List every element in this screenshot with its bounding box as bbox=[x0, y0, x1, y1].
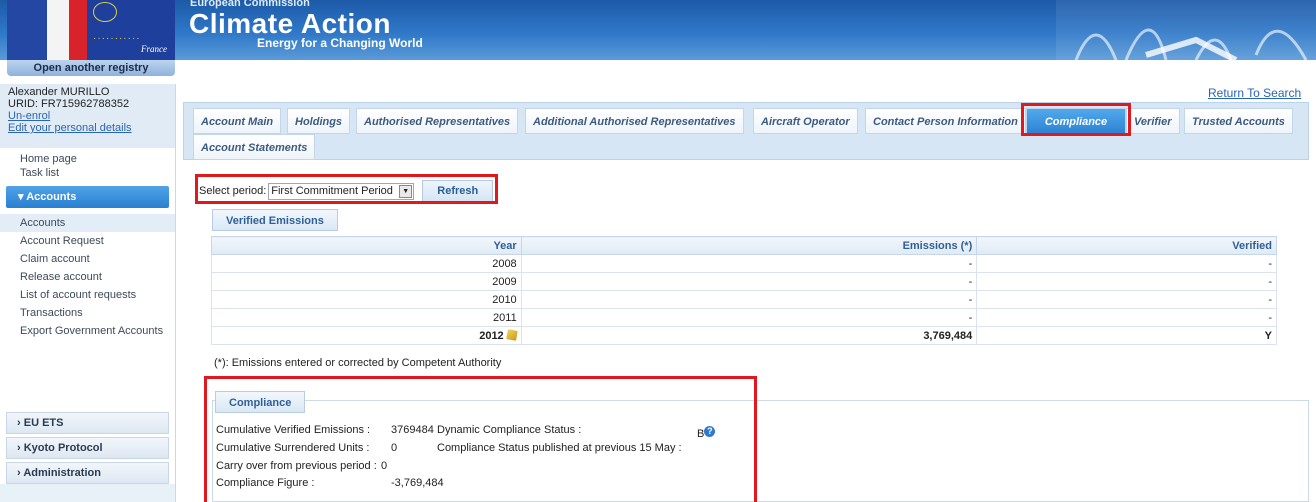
cell-emissions: 3,769,484 bbox=[520, 326, 978, 345]
period-label: Select period: bbox=[199, 185, 267, 197]
tab-holdings[interactable]: Holdings bbox=[287, 108, 351, 134]
published-status-label: Compliance Status published at previous … bbox=[437, 442, 682, 454]
tab-account-main[interactable]: Account Main bbox=[193, 108, 282, 134]
cell-emissions: - bbox=[520, 290, 978, 309]
cell-year: 2011 bbox=[211, 308, 522, 327]
home-page-link[interactable]: Home page bbox=[0, 152, 175, 166]
column-header-emissions: Emissions (*) bbox=[520, 236, 978, 255]
csu-value: 0 bbox=[391, 442, 398, 454]
cell-emissions: - bbox=[520, 254, 978, 273]
cve-value: 3769484 bbox=[391, 424, 434, 436]
carry-over-value: 0 bbox=[381, 460, 388, 472]
edit-pencil-icon[interactable] bbox=[505, 328, 518, 341]
year-value: 2012 bbox=[479, 329, 504, 342]
cell-verified: Y bbox=[976, 326, 1277, 345]
tab-authorised-representatives[interactable]: Authorised Representatives bbox=[356, 108, 519, 134]
period-selector: Select period: First Commitment Period ▼… bbox=[199, 179, 494, 203]
eu-emblem: ··········· France bbox=[87, 0, 175, 60]
table-row: 2012 3,769,484 Y bbox=[211, 326, 1277, 345]
csu-label: Cumulative Surrendered Units : bbox=[216, 442, 370, 454]
compliance-panel bbox=[212, 400, 1309, 502]
cell-year: 2010 bbox=[211, 290, 522, 309]
cell-year: 2008 bbox=[211, 254, 522, 273]
release-account-link[interactable]: Release account bbox=[0, 268, 175, 286]
user-urid: URID: FR715962788352 bbox=[8, 98, 130, 110]
kyoto-protocol-menu[interactable]: › Kyoto Protocol bbox=[6, 437, 169, 459]
dropdown-arrow-icon[interactable]: ▼ bbox=[399, 184, 413, 198]
cell-emissions: - bbox=[520, 308, 978, 327]
transactions-link[interactable]: Transactions bbox=[0, 304, 175, 322]
chevron-right-icon: › bbox=[17, 417, 21, 429]
flag-country-label: France bbox=[141, 44, 167, 54]
cve-label: Cumulative Verified Emissions : bbox=[216, 424, 371, 436]
export-government-accounts-link[interactable]: Export Government Accounts bbox=[0, 322, 175, 340]
table-row: 2009 - - bbox=[211, 272, 1277, 291]
tab-verifier[interactable]: Verifier bbox=[1126, 108, 1180, 134]
table-row: 2010 - - bbox=[211, 290, 1277, 309]
kyoto-protocol-label: Kyoto Protocol bbox=[23, 442, 103, 454]
user-name: Alexander MURILLO bbox=[8, 86, 110, 98]
eu-ets-menu[interactable]: › EU ETS bbox=[6, 412, 169, 434]
cell-verified: - bbox=[976, 254, 1277, 273]
banner-decoration bbox=[1056, 0, 1316, 60]
administration-label: Administration bbox=[23, 467, 101, 479]
unenrol-link[interactable]: Un-enrol bbox=[8, 110, 167, 122]
account-tabs: Account Main Holdings Authorised Represe… bbox=[183, 102, 1309, 160]
cell-year: 2012 bbox=[211, 326, 522, 345]
eu-ets-label: EU ETS bbox=[23, 417, 64, 429]
tab-account-statements[interactable]: Account Statements bbox=[193, 134, 316, 160]
period-select[interactable]: First Commitment Period ▼ bbox=[268, 182, 415, 200]
accounts-header-label: Accounts bbox=[26, 191, 77, 203]
help-icon[interactable]: ? bbox=[704, 426, 716, 437]
cell-year: 2009 bbox=[211, 272, 522, 291]
tab-compliance[interactable]: Compliance bbox=[1026, 108, 1126, 134]
edit-details-link[interactable]: Edit your personal details bbox=[8, 122, 167, 134]
site-subtitle: Energy for a Changing World bbox=[257, 36, 423, 50]
accounts-link[interactable]: Accounts bbox=[0, 214, 175, 232]
compliance-figure-label: Compliance Figure : bbox=[216, 477, 315, 489]
administration-menu[interactable]: › Administration bbox=[6, 462, 169, 484]
chevron-right-icon: › bbox=[17, 467, 21, 479]
carry-over-label: Carry over from previous period : bbox=[216, 460, 377, 472]
dynamic-status-code: B bbox=[697, 428, 705, 440]
open-another-registry-button[interactable]: Open another registry bbox=[7, 60, 175, 76]
chevron-right-icon: › bbox=[17, 442, 21, 454]
country-flag: ··········· France bbox=[7, 0, 175, 60]
tab-aircraft-operator[interactable]: Aircraft Operator bbox=[753, 108, 858, 134]
cell-verified: - bbox=[976, 290, 1277, 309]
table-row: 2011 - - bbox=[211, 308, 1277, 327]
tab-trusted-accounts[interactable]: Trusted Accounts bbox=[1184, 108, 1293, 134]
compliance-figure-value: -3,769,484 bbox=[391, 477, 444, 489]
account-request-link[interactable]: Account Request bbox=[0, 232, 175, 250]
cell-verified: - bbox=[976, 272, 1277, 291]
accounts-menu-header[interactable]: ▾ Accounts bbox=[6, 186, 169, 208]
task-list-link[interactable]: Task list bbox=[0, 166, 175, 180]
refresh-button[interactable]: Refresh bbox=[422, 180, 494, 202]
emissions-footnote: (*): Emissions entered or corrected by C… bbox=[214, 357, 502, 369]
compliance-title: Compliance bbox=[215, 391, 306, 413]
dynamic-status-label: Dynamic Compliance Status : bbox=[437, 424, 582, 436]
verified-emissions-table: Year Emissions (*) Verified 2008 - - 200… bbox=[211, 236, 1277, 345]
list-account-requests-link[interactable]: List of account requests bbox=[0, 286, 175, 304]
claim-account-link[interactable]: Claim account bbox=[0, 250, 175, 268]
cell-emissions: - bbox=[520, 272, 978, 291]
tab-contact-person-information[interactable]: Contact Person Information bbox=[865, 108, 1026, 134]
cell-verified: - bbox=[976, 308, 1277, 327]
table-row: 2008 - - bbox=[211, 254, 1277, 273]
tab-additional-authorised-representatives[interactable]: Additional Authorised Representatives bbox=[525, 108, 744, 134]
sidebar: Alexander MURILLO URID: FR715962788352 U… bbox=[0, 84, 176, 502]
user-info: Alexander MURILLO URID: FR715962788352 U… bbox=[0, 84, 175, 148]
verified-emissions-title: Verified Emissions bbox=[212, 209, 338, 231]
return-to-search-link[interactable]: Return To Search bbox=[1208, 86, 1301, 100]
header-banner: ··········· France European Commission C… bbox=[0, 0, 1316, 60]
dynamic-status-value: B? bbox=[697, 426, 716, 440]
period-selected-value: First Commitment Period bbox=[271, 184, 393, 197]
column-header-year: Year bbox=[211, 236, 522, 255]
chevron-down-icon: ▾ bbox=[18, 191, 24, 203]
column-header-verified: Verified bbox=[976, 236, 1277, 255]
